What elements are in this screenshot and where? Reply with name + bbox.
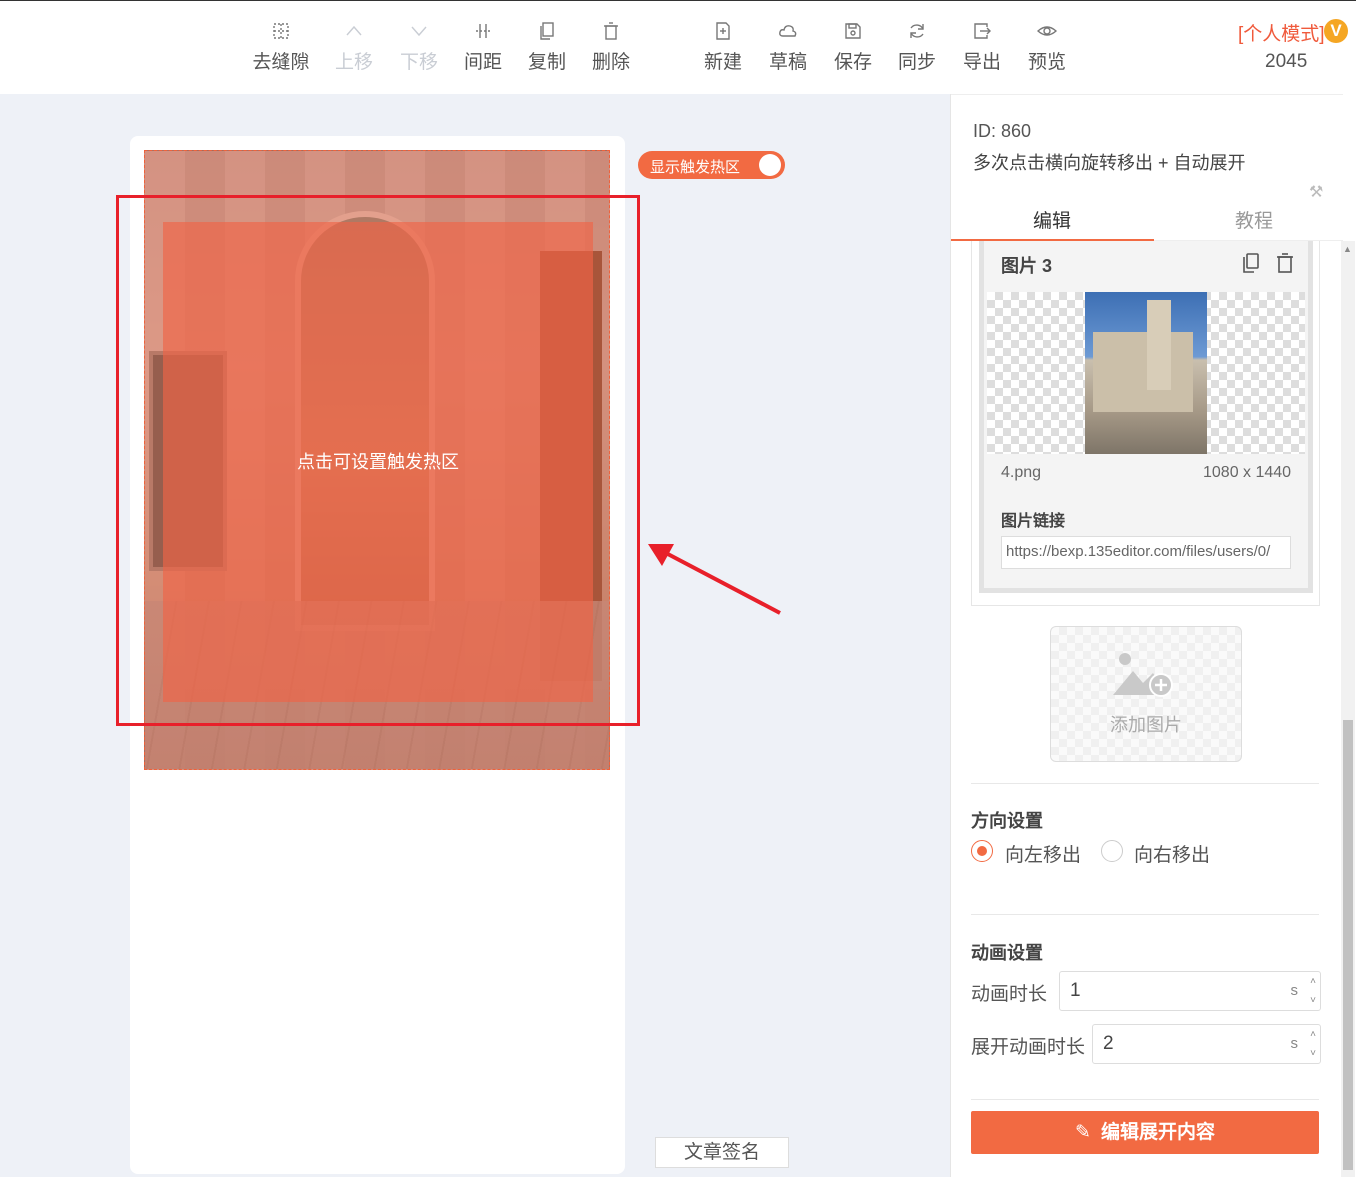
draft-button[interactable]: 草稿	[756, 21, 820, 74]
delete-image-icon[interactable]	[1274, 252, 1296, 274]
tools-icon[interactable]: ⚒	[1309, 182, 1323, 202]
move-down-button[interactable]: 下移	[387, 21, 451, 74]
export-button[interactable]: 导出	[950, 21, 1014, 74]
radio-move-left[interactable]	[971, 840, 993, 862]
move-up-button[interactable]: 上移	[322, 21, 386, 74]
add-picture-icon	[1111, 649, 1175, 701]
top-toolbar: 去缝隙 上移 下移 间距 复制 删除 新建 草稿 保存 同步 导出 预览 [个人…	[0, 0, 1356, 94]
preview-button[interactable]: 预览	[1015, 21, 1079, 74]
copy-image-icon[interactable]	[1240, 252, 1262, 274]
tab-edit[interactable]: 编辑	[951, 206, 1153, 233]
image-link-input[interactable]: https://bexp.135editor.com/files/users/0…	[1001, 536, 1291, 569]
add-image-label: 添加图片	[1110, 715, 1182, 735]
expand-duration-unit: s	[1290, 1035, 1299, 1052]
image-thumbnail[interactable]	[1085, 292, 1207, 454]
highlight-frame	[116, 195, 640, 726]
duration-value: 1	[1070, 980, 1081, 1001]
trash-icon	[601, 21, 621, 41]
section-divider	[971, 783, 1319, 784]
sync-icon	[907, 21, 927, 41]
eye-icon	[1036, 21, 1058, 41]
chevron-down-icon	[409, 21, 429, 41]
duration-stepper-icon[interactable]: ˄ ˅	[1306, 972, 1320, 1010]
mode-number: 2045	[1265, 51, 1308, 72]
vip-badge-icon: V	[1324, 19, 1348, 43]
animation-section-title: 动画设置	[971, 943, 1043, 963]
radio-move-right-label[interactable]: 向右移出	[1134, 840, 1210, 867]
image-dimensions: 1080 x 1440	[1203, 464, 1292, 481]
right-panel: ID: 860 多次点击横向旋转移出 + 自动展开 ⚒ 编辑 教程 ▲ 图片 3…	[950, 94, 1356, 1177]
delete-button[interactable]: 删除	[579, 21, 643, 74]
duration-input[interactable]: 1 s ˄ ˅	[1059, 971, 1321, 1011]
pencil-icon: ✎	[1075, 1122, 1091, 1143]
panel-top-divider	[951, 94, 1343, 95]
expand-duration-value: 2	[1103, 1033, 1114, 1054]
image-link-label: 图片链接	[1001, 513, 1066, 530]
scroll-up-arrow-icon[interactable]: ▲	[1343, 244, 1352, 254]
personal-mode-indicator[interactable]: [个人模式] V 2045	[1238, 19, 1350, 72]
add-image-button[interactable]: 添加图片	[1050, 626, 1242, 762]
thumbnail-tower-shape	[1147, 300, 1171, 390]
sync-button[interactable]: 同步	[885, 21, 949, 74]
component-description: 多次点击横向旋转移出 + 自动展开	[973, 153, 1246, 173]
show-hotzone-toggle[interactable]: 显示触发热区	[638, 151, 785, 179]
annotation-arrow-icon	[648, 544, 781, 615]
toggle-knob	[759, 154, 781, 176]
remove-gap-button[interactable]: 去缝隙	[249, 21, 313, 74]
duration-label: 动画时长	[971, 984, 1048, 1005]
duration-unit: s	[1290, 982, 1299, 999]
save-icon	[843, 21, 863, 41]
edit-expand-content-label: 编辑展开内容	[1100, 1122, 1215, 1143]
copy-button[interactable]: 复制	[515, 21, 579, 74]
article-signature-button[interactable]: 文章签名	[655, 1137, 789, 1168]
tab-tutorial[interactable]: 教程	[1153, 206, 1355, 233]
mode-label: [个人模式]	[1238, 24, 1325, 45]
spacing-button[interactable]: 间距	[451, 21, 515, 74]
save-button[interactable]: 保存	[821, 21, 885, 74]
chevron-up-icon	[344, 21, 364, 41]
component-id: ID: 860	[973, 121, 1032, 141]
radio-move-right[interactable]	[1101, 840, 1123, 862]
expand-duration-stepper-icon[interactable]: ˄ ˅	[1306, 1025, 1320, 1063]
image-title: 图片 3	[1001, 256, 1053, 276]
scrollbar-thumb[interactable]	[1343, 720, 1353, 1170]
toggle-label: 显示触发热区	[650, 159, 741, 176]
radio-move-left-label[interactable]: 向左移出	[1005, 840, 1081, 867]
section-divider	[971, 1099, 1319, 1100]
copy-icon	[537, 21, 557, 41]
expand-duration-label: 展开动画时长	[971, 1037, 1086, 1058]
new-button[interactable]: 新建	[691, 21, 755, 74]
dashed-grid-icon	[271, 21, 291, 41]
spacing-grid-icon	[473, 21, 493, 41]
section-divider	[971, 914, 1319, 915]
export-icon	[972, 21, 992, 41]
expand-duration-input[interactable]: 2 s ˄ ˅	[1092, 1024, 1321, 1064]
cloud-icon	[778, 21, 798, 41]
thumbnail-building-shape	[1093, 332, 1193, 412]
image-file-name: 4.png	[1001, 464, 1042, 481]
direction-section-title: 方向设置	[971, 811, 1043, 831]
edit-expand-content-button[interactable]: ✎ 编辑展开内容	[971, 1111, 1319, 1154]
new-file-icon	[713, 21, 733, 41]
